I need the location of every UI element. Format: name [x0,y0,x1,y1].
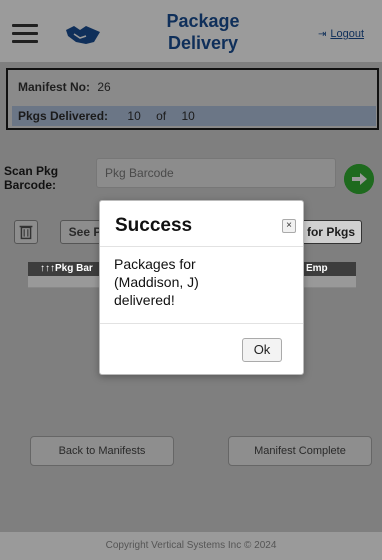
dialog-header: Success × [100,201,303,247]
success-dialog: Success × Packages for (Maddison, J) del… [99,200,304,375]
dialog-title: Success [115,215,193,236]
dialog-message-line-2: (Maddison, J) [114,274,199,290]
dialog-message: Packages for (Maddison, J) delivered! [114,255,294,309]
dialog-message-line-3: delivered! [114,292,175,308]
close-icon[interactable]: × [282,219,296,233]
dialog-footer: Ok [100,323,303,376]
page: Package Delivery ⇥ Logout Manifest No: 2… [0,0,382,560]
ok-button[interactable]: Ok [242,338,282,362]
dialog-message-line-1: Packages for [114,256,196,272]
